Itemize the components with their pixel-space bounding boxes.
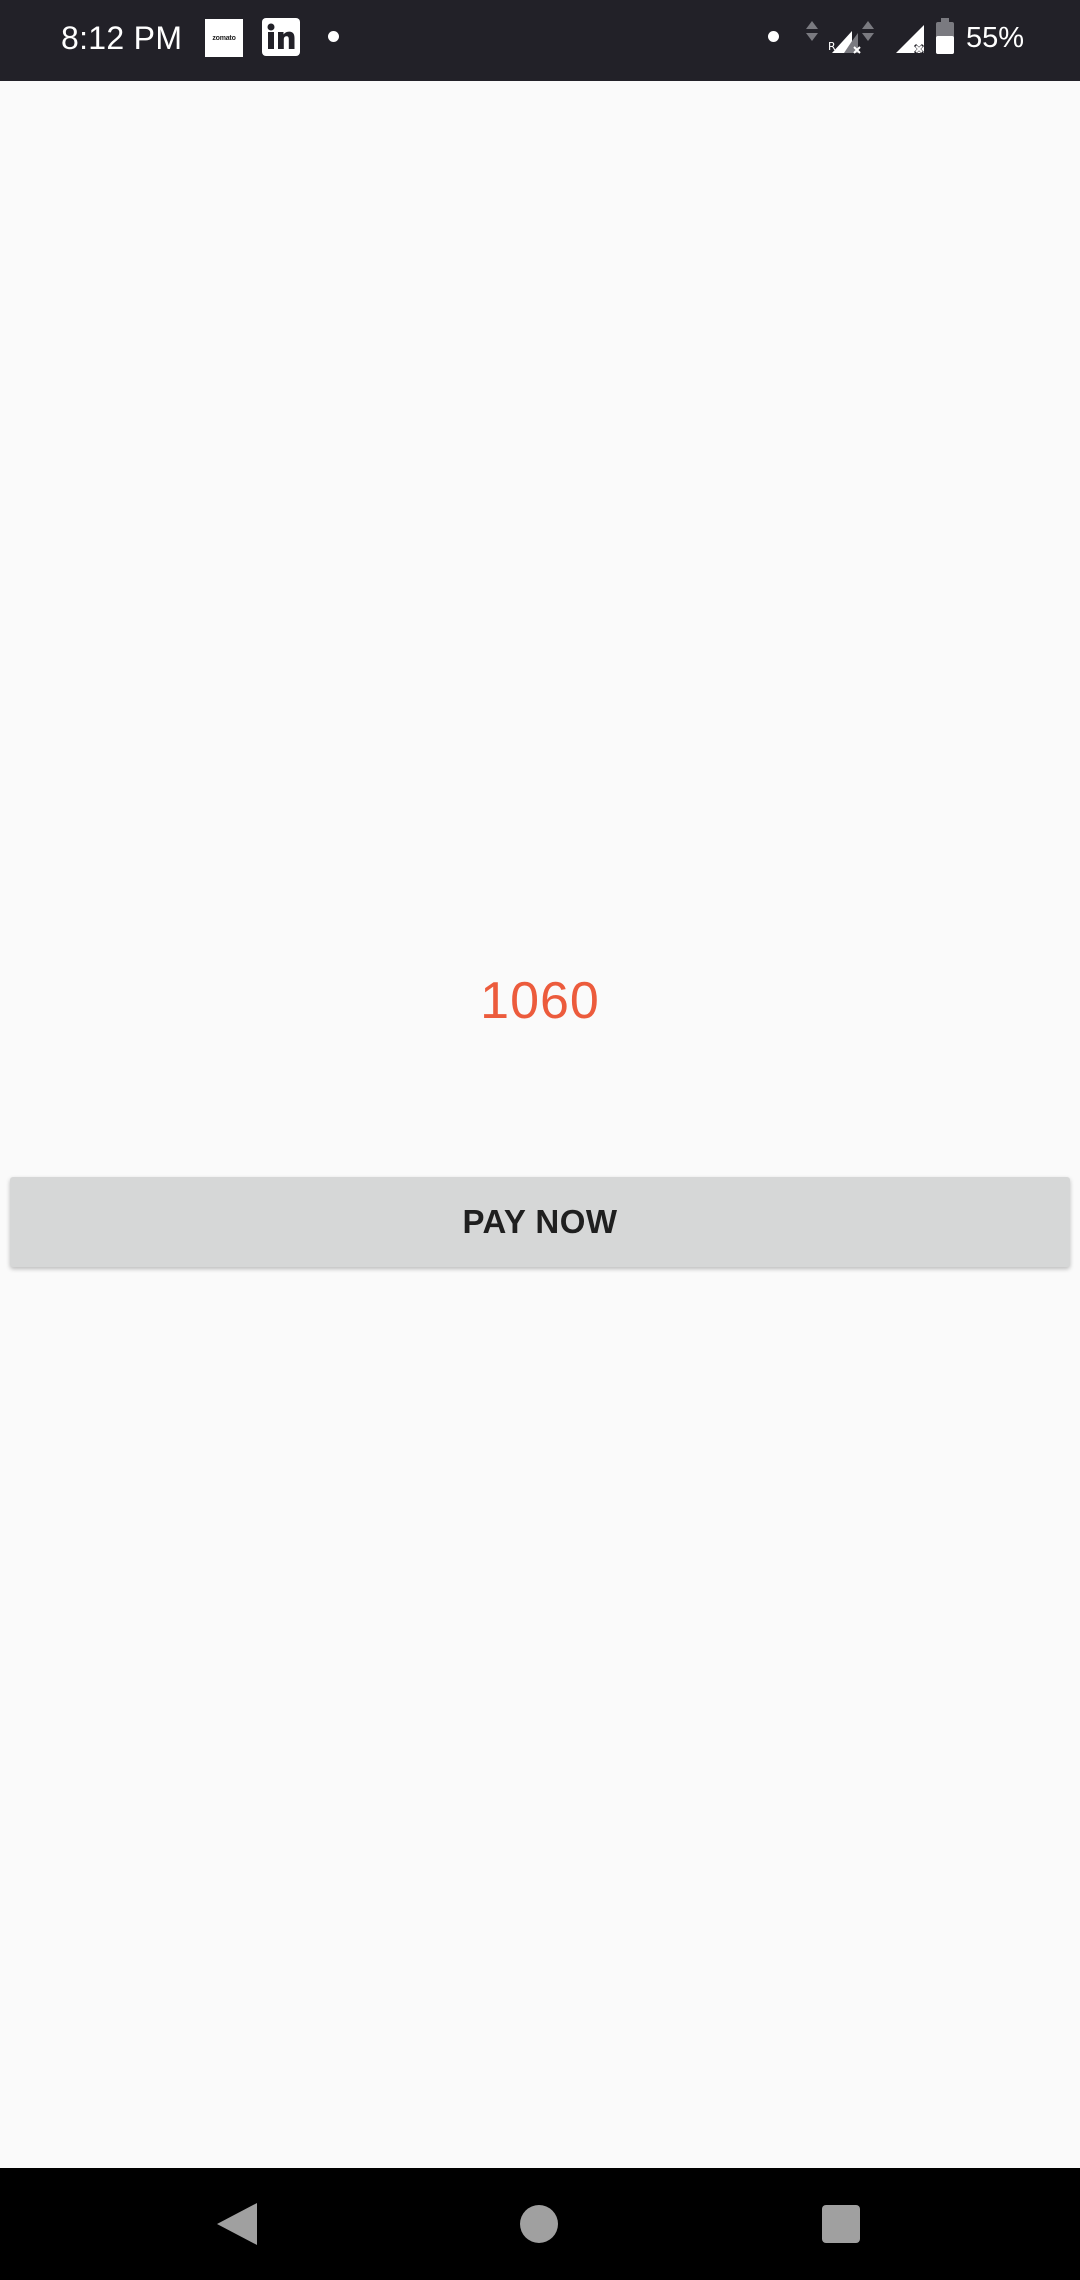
payment-amount: 1060: [480, 972, 600, 1030]
status-time: 8:12 PM: [61, 20, 183, 56]
battery-icon: [936, 18, 954, 54]
signal-roaming-icon: R: [806, 21, 874, 54]
signal-icon: [896, 25, 925, 55]
battery-percent: 55%: [966, 22, 1025, 54]
home-icon[interactable]: [520, 2205, 558, 2243]
payment-screen: 8:12 PM zomato R 55% 1060 PAY NOW: [0, 0, 1080, 2280]
dot-icon: [768, 31, 779, 42]
zomato-icon: zomato: [205, 19, 243, 57]
linkedin-icon: [262, 18, 300, 56]
pay-now-button[interactable]: PAY NOW: [10, 1177, 1070, 1267]
status-bar: 8:12 PM zomato R 55%: [0, 0, 1080, 81]
recents-icon[interactable]: [822, 2205, 860, 2243]
notification-dot-icon: [328, 31, 339, 42]
back-icon[interactable]: [217, 2201, 259, 2247]
